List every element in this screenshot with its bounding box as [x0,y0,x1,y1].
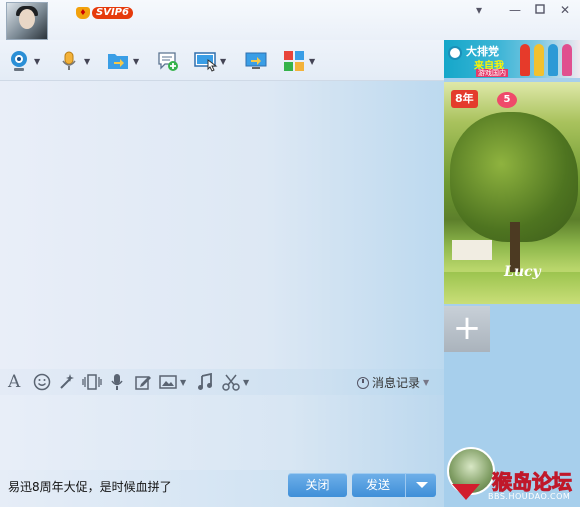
chevron-down-icon[interactable]: ▼ [423,378,429,387]
share-screen-button[interactable] [245,50,267,72]
voice-message-button[interactable] [109,373,125,391]
send-options-button[interactable] [405,473,437,497]
message-history-button[interactable]: 消息记录 ▼ [357,374,429,391]
avatar-face [19,9,35,29]
banner-tag: 游戏国内 [476,69,508,77]
music-icon [198,373,212,390]
magic-icon [60,374,74,389]
send-image-button[interactable]: ▼ [159,373,186,391]
chevron-down-icon [415,482,428,488]
create-discussion-button[interactable] [157,50,179,72]
edit-icon [135,376,151,390]
close-button[interactable]: 关闭 [288,473,347,497]
message-input[interactable] [0,395,444,470]
close-icon[interactable]: ✕ [558,3,572,17]
chevron-down-icon[interactable]: ▼ [243,378,249,387]
send-file-button[interactable]: ▼ [107,50,139,72]
watermark-url: BBS.HOUDAO.COM [488,492,571,501]
screenshot-icon [222,374,240,391]
watermark-title: 猴岛论坛 [492,470,573,495]
banner-figure [562,44,572,76]
clock-icon [357,376,369,389]
window-shake-button[interactable] [82,373,102,391]
chat-toolbar: ▼ ▼ ▼ ▼ ▼ [0,40,444,81]
new-discussion-icon [157,50,179,72]
apps-icon [283,50,305,72]
message-history-label: 消息记录 [372,376,421,390]
chevron-down-icon[interactable]: ▼ [84,57,90,66]
music-button[interactable] [197,373,213,391]
voice-message-icon [111,374,123,390]
ad-banner[interactable]: 大排党 来自我 游戏国内 [444,40,580,78]
svip-level: SVIP6 [92,7,133,19]
chevron-down-icon[interactable]: ▼ [34,57,40,66]
title-bar: ♦ SVIP6 ▾ — ✕ [0,0,580,40]
app-center-button[interactable]: ▼ [283,50,315,72]
magic-expression-button[interactable] [58,373,76,391]
user-avatar[interactable] [6,2,48,40]
ad-link[interactable]: 易迅8周年大促，是时候血拼了 [8,478,172,495]
chevron-down-icon[interactable]: ▼ [220,57,226,66]
minimize-icon[interactable]: — [508,3,522,17]
voice-call-button[interactable]: ▼ [58,50,90,72]
emoji-button[interactable] [33,373,51,391]
heart-level-badge[interactable]: 5 [497,92,517,108]
shake-icon [82,374,102,390]
banner-figure [548,44,558,76]
file-transfer-icon [107,50,129,72]
svip-badge[interactable]: ♦ SVIP6 [76,6,133,20]
share-screen-icon [245,50,267,72]
banner-figure [520,44,530,76]
video-call-button[interactable]: ▼ [8,50,40,72]
remote-assist-button[interactable]: ▼ [194,50,226,72]
chevron-down-icon[interactable]: ▾ [472,3,486,17]
add-app-button[interactable]: + [444,306,490,352]
gem-icon [452,484,480,500]
forum-watermark: 猴岛论坛 BBS.HOUDAO.COM [452,466,580,503]
membership-years-badge[interactable]: 8年 [451,90,478,108]
chevron-down-icon[interactable]: ▼ [180,378,186,387]
edit-button[interactable] [134,373,152,391]
remote-desktop-icon [194,50,218,72]
screenshot-button[interactable]: ▼ [222,373,249,391]
font-button[interactable]: A [8,372,21,392]
game-logo-icon [448,46,462,60]
send-button[interactable]: 发送 [352,473,404,497]
maximize-icon[interactable] [533,3,547,17]
message-history-area[interactable] [0,81,444,369]
photo-caption: Lucy [504,264,541,280]
webcam-icon [8,50,30,72]
microphone-icon [58,50,80,72]
font-icon: A [8,372,21,392]
banner-figure [534,44,544,76]
building [452,240,492,260]
chevron-down-icon[interactable]: ▼ [309,57,315,66]
image-icon [159,375,177,389]
emoji-icon [33,373,51,391]
chevron-down-icon[interactable]: ▼ [133,57,139,66]
penguin-icon: ♦ [76,7,90,19]
